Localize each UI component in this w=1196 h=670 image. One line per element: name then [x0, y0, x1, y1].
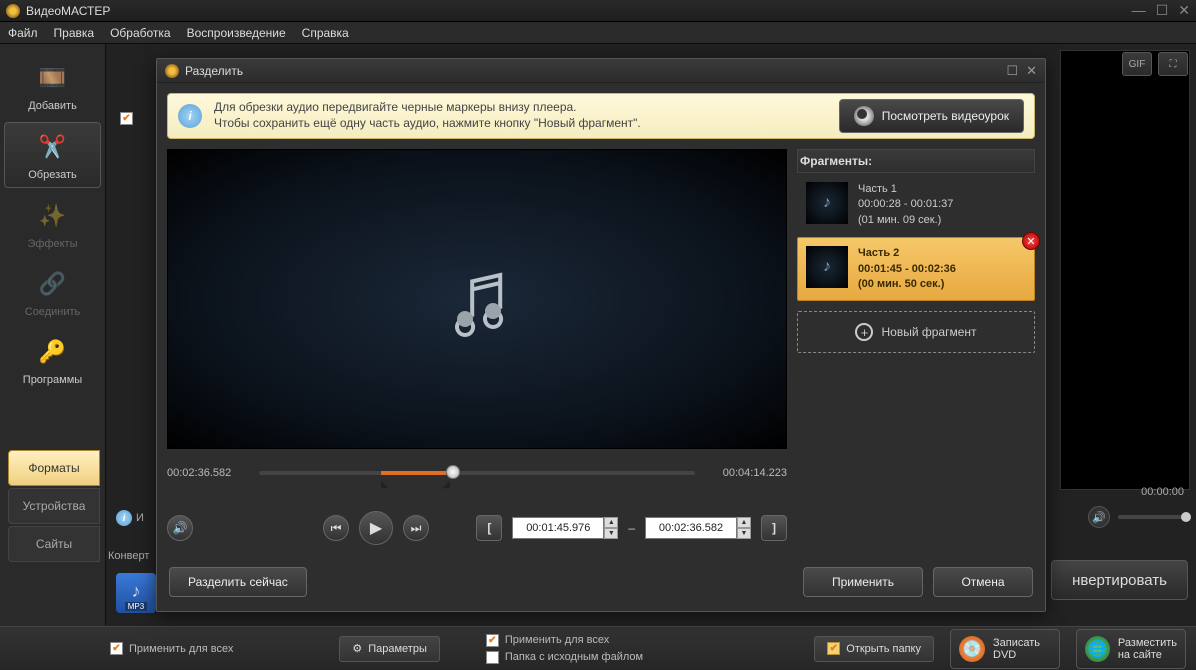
set-in-button[interactable]: [ — [476, 515, 502, 541]
info-icon: i — [178, 104, 202, 128]
film-plus-icon: 🎞️ — [35, 60, 71, 96]
burn-dvd-button[interactable]: 💿 ЗаписатьDVD — [950, 629, 1060, 669]
cancel-button[interactable]: Отмена — [933, 567, 1033, 597]
open-folder-button[interactable]: ✔ Открыть папку — [814, 636, 934, 662]
timeline-track[interactable]: ◣ ◢ — [259, 471, 695, 475]
tab-formats[interactable]: Форматы — [8, 450, 100, 486]
parameters-button[interactable]: ⚙ Параметры — [339, 636, 440, 662]
sidebar-add[interactable]: 🎞️ Добавить — [4, 54, 101, 118]
timeline-cursor[interactable] — [446, 465, 460, 479]
timeline-end-time: 00:04:14.223 — [723, 467, 787, 479]
fragment-item[interactable]: ♪ Часть 1 00:00:28 - 00:01:37 (01 мин. 0… — [797, 173, 1035, 237]
sidebar-programs[interactable]: 🔑 Программы — [4, 328, 101, 392]
dialog-logo-icon — [165, 64, 179, 78]
sidebar-cut[interactable]: ✂️ Обрезать — [4, 122, 101, 188]
sidebar-effects[interactable]: ✨ Эффекты — [4, 192, 101, 256]
plus-icon: + — [855, 323, 873, 341]
disc-icon: 💿 — [959, 636, 985, 662]
menu-bar: Файл Правка Обработка Воспроизведение Сп… — [0, 22, 1196, 44]
globe-icon: 🌐 — [1085, 636, 1110, 662]
dialog-maximize-button[interactable]: ☐ — [1006, 63, 1018, 79]
fullscreen-button[interactable]: ⛶ — [1158, 52, 1188, 76]
apply-all-2-checkbox[interactable]: ✔ — [486, 634, 499, 647]
apply-all-checkbox[interactable]: ✔ — [110, 642, 123, 655]
bg-file-checkbox[interactable]: ✔ — [120, 110, 133, 125]
marker-in-icon[interactable]: ◣ — [381, 479, 389, 490]
dialog-titlebar[interactable]: Разделить ☐ ✕ — [157, 59, 1045, 83]
sidebar-join[interactable]: 🔗 Соединить — [4, 260, 101, 324]
info-icon: i — [116, 510, 132, 526]
info-banner: i Для обрезки аудио передвигайте черные … — [167, 93, 1035, 139]
bottom-strip: ✔ Применить для всех ⚙ Параметры ✔ Приме… — [0, 626, 1196, 670]
minimize-button[interactable]: — — [1132, 2, 1146, 19]
volume-icon[interactable]: 🔊 — [1088, 506, 1110, 528]
dialog-title: Разделить — [185, 64, 1006, 78]
tab-sites[interactable]: Сайты — [8, 526, 100, 562]
music-note-icon: ♪ — [806, 182, 848, 224]
menu-file[interactable]: Файл — [8, 26, 38, 40]
fragments-list: ♪ Часть 1 00:00:28 - 00:01:37 (01 мин. 0… — [797, 173, 1035, 353]
watch-tutorial-button[interactable]: Посмотреть видеоурок — [839, 99, 1024, 133]
close-button[interactable]: ✕ — [1178, 2, 1190, 19]
split-now-button[interactable]: Разделить сейчас — [169, 567, 307, 597]
publish-button[interactable]: 🌐 Разместитьна сайте — [1076, 629, 1186, 669]
sparkle-icon: ✨ — [35, 198, 71, 234]
scissors-icon: ✂️ — [35, 129, 71, 165]
next-frame-button[interactable]: ⏭ — [403, 515, 429, 541]
music-note-icon: ♪ — [806, 246, 848, 288]
play-button[interactable]: ▶ — [359, 511, 393, 545]
format-mp3-tile[interactable]: MP3 — [116, 573, 156, 613]
out-time-spinner[interactable]: ▲▼ — [737, 517, 751, 539]
fragments-header: Фрагменты: — [797, 149, 1035, 173]
volume-slider[interactable] — [1118, 515, 1188, 519]
maximize-button[interactable]: ☐ — [1156, 2, 1169, 19]
bg-info-row: i И — [116, 510, 144, 526]
split-dialog: Разделить ☐ ✕ i Для обрезки аудио передв… — [156, 58, 1046, 612]
preview-panel — [1060, 50, 1190, 490]
folder-icon: ✔ — [827, 642, 840, 655]
dialog-close-button[interactable]: ✕ — [1026, 63, 1037, 79]
music-note-icon — [437, 259, 517, 339]
apply-button[interactable]: Применить — [803, 567, 923, 597]
out-time-input[interactable]: 00:02:36.582 — [645, 517, 737, 539]
convert-button[interactable]: нвертировать — [1051, 560, 1188, 600]
key-icon: 🔑 — [35, 334, 71, 370]
src-folder-checkbox[interactable]: . — [486, 651, 499, 664]
app-title: ВидеоМАСТЕР — [26, 4, 1132, 18]
apply-all-label: Применить для всех — [129, 643, 233, 655]
marker-out-icon[interactable]: ◢ — [442, 479, 450, 490]
in-time-spinner[interactable]: ▲▼ — [604, 517, 618, 539]
menu-process[interactable]: Обработка — [110, 26, 171, 40]
menu-help[interactable]: Справка — [302, 26, 349, 40]
mute-button[interactable]: 🔊 — [167, 515, 193, 541]
menu-playback[interactable]: Воспроизведение — [187, 26, 286, 40]
window-titlebar: ВидеоМАСТЕР — ☐ ✕ — [0, 0, 1196, 22]
fragment-delete-button[interactable]: ✕ — [1022, 232, 1040, 250]
timeline-selection[interactable] — [381, 471, 446, 475]
timeline[interactable]: 00:02:36.582 00:04:14.223 ◣ ◢ — [167, 467, 787, 507]
new-fragment-button[interactable]: + Новый фрагмент — [797, 311, 1035, 353]
gear-icon: ⚙ — [352, 642, 362, 655]
set-out-button[interactable]: ] — [761, 515, 787, 541]
link-icon: 🔗 — [35, 266, 71, 302]
gif-button[interactable]: GIF — [1122, 52, 1152, 76]
app-logo-icon — [6, 4, 20, 18]
in-time-input[interactable]: 00:01:45.976 — [512, 517, 604, 539]
preview-time: 00:00:00 — [1141, 486, 1184, 498]
fragment-item[interactable]: ♪ Часть 2 00:01:45 - 00:02:36 (00 мин. 5… — [797, 237, 1035, 301]
menu-edit[interactable]: Правка — [54, 26, 95, 40]
bg-convert-label: Конверт — [108, 550, 149, 562]
webcam-icon — [854, 106, 874, 126]
tab-devices[interactable]: Устройства — [8, 488, 100, 524]
timeline-start-time: 00:02:36.582 — [167, 467, 231, 479]
prev-frame-button[interactable]: ⏮ — [323, 515, 349, 541]
player-viewport[interactable] — [167, 149, 787, 449]
